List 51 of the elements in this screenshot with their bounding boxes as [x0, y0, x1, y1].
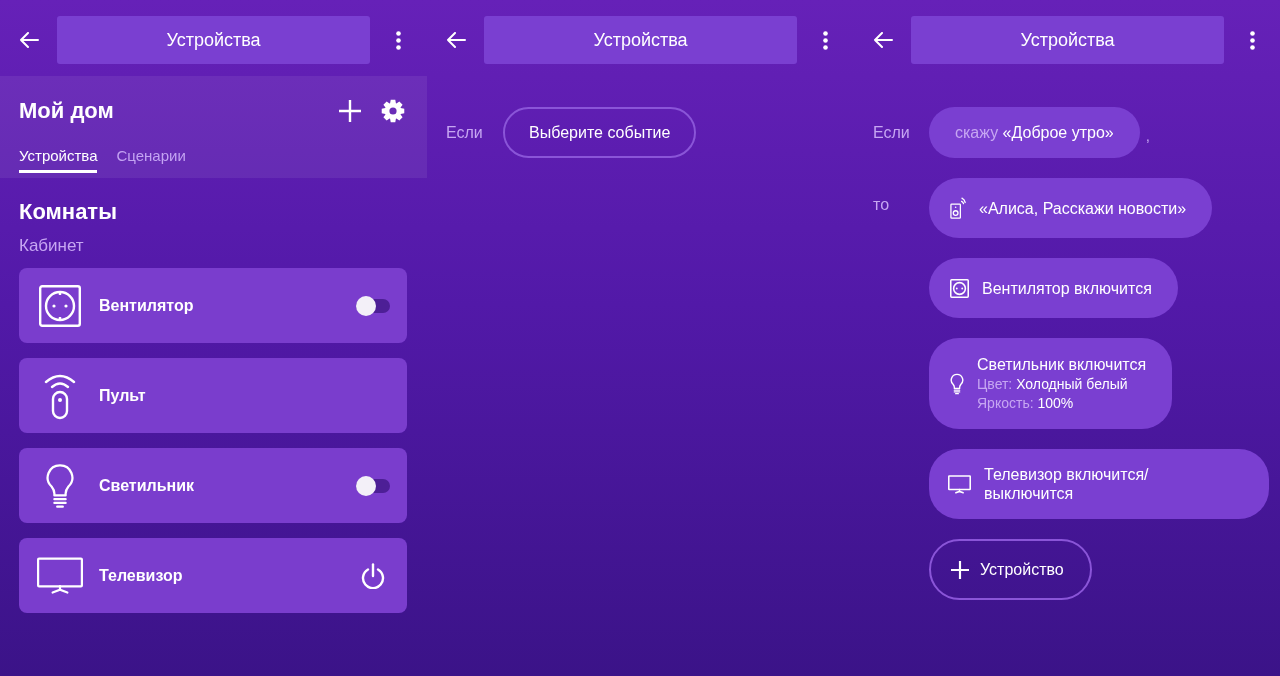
more-vertical-icon: [396, 30, 401, 50]
action-label: то: [873, 195, 891, 214]
toggle-switch[interactable]: [356, 475, 390, 496]
title-bar: Устройства: [911, 16, 1224, 64]
add-device-button[interactable]: Устройство: [929, 539, 1092, 600]
back-arrow-icon: [19, 32, 39, 48]
action-chip[interactable]: Телевизор включится/ выключится: [929, 449, 1269, 519]
tv-icon: [37, 555, 83, 596]
back-button[interactable]: [873, 32, 893, 48]
socket-icon: [39, 284, 81, 327]
more-button[interactable]: [823, 30, 828, 50]
title-bar: Устройства: [57, 16, 370, 64]
more-vertical-icon: [1250, 30, 1255, 50]
plus-icon: [339, 100, 361, 122]
back-button[interactable]: [19, 32, 39, 48]
settings-icon: [381, 99, 405, 123]
more-vertical-icon: [823, 30, 828, 50]
device-card[interactable]: Вентилятор: [19, 268, 407, 343]
toggle-switch[interactable]: [356, 295, 390, 316]
tv-icon: [948, 474, 971, 494]
back-button[interactable]: [446, 32, 466, 48]
more-button[interactable]: [396, 30, 401, 50]
action-chip[interactable]: Светильник включится Цвет: Холодный белый Яркость: 100%: [929, 338, 1173, 429]
tab[interactable]: Устройства: [19, 141, 98, 173]
light-bulb-icon: [950, 372, 964, 395]
power-icon: [361, 562, 385, 589]
condition-label: Если: [873, 123, 911, 142]
plus-icon: [951, 560, 969, 579]
action-chip[interactable]: «Алиса, Расскажи новости»: [929, 178, 1213, 238]
settings-button[interactable]: [381, 99, 405, 123]
title-bar: Устройства: [484, 16, 797, 64]
device-card[interactable]: Пульт: [19, 358, 407, 433]
socket-icon: [950, 278, 969, 298]
smart-speaker-icon: [950, 197, 966, 219]
back-arrow-icon: [873, 32, 893, 48]
light-bulb-icon: [45, 462, 75, 509]
room-name: Кабинет: [19, 236, 85, 256]
add-button[interactable]: [339, 100, 361, 122]
action-chip[interactable]: Вентилятор включится: [929, 258, 1178, 318]
comma-text: ,: [1145, 127, 1150, 144]
more-button[interactable]: [1250, 30, 1255, 50]
trigger-chip[interactable]: скажу «Доброе утро»: [929, 107, 1140, 158]
event-select-button[interactable]: Выберите событие: [503, 107, 697, 158]
power-button[interactable]: [361, 562, 385, 589]
home-title: Мой дом: [19, 97, 115, 125]
back-arrow-icon: [446, 32, 466, 48]
condition-label: Если: [446, 123, 484, 142]
tab[interactable]: Сценарии: [116, 141, 186, 173]
device-card[interactable]: Светильник: [19, 448, 407, 523]
device-card[interactable]: Телевизор: [19, 538, 407, 613]
section-title: Комнаты: [19, 200, 118, 224]
